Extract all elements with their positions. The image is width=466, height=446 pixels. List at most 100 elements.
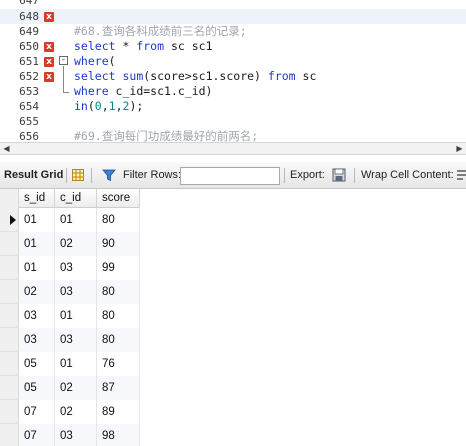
column-header-s-id[interactable]: s_id — [19, 189, 55, 208]
code-line-653[interactable]: 653 where c_id=sc1.c_id) — [0, 84, 466, 99]
cell-score[interactable]: 80 — [97, 208, 140, 232]
code-line-650[interactable]: 650 x select * from sc sc1 — [0, 39, 466, 54]
table-row[interactable]: 07 02 89 — [19, 400, 140, 424]
row-header-cell[interactable] — [0, 352, 19, 376]
cell-s-id[interactable]: 03 — [19, 304, 55, 328]
code-line-651[interactable]: 651 x - where( — [0, 54, 466, 69]
cell-c-id[interactable]: 03 — [55, 328, 97, 352]
row-header-cell[interactable] — [0, 424, 19, 446]
code-comment: #69.查询每门功成绩最好的前两名; — [74, 129, 259, 142]
cell-score[interactable]: 98 — [97, 424, 140, 446]
table-row[interactable]: 03 03 80 — [19, 328, 140, 352]
scroll-right-icon[interactable]: ▶ — [454, 144, 465, 154]
row-header-cell[interactable] — [0, 328, 19, 352]
code-text: select sum(score>sc1.score) from sc — [74, 69, 317, 83]
line-number: 648 — [19, 10, 39, 23]
column-header-c-id[interactable]: c_id — [55, 189, 97, 208]
export-icon[interactable] — [332, 168, 346, 182]
cell-c-id[interactable]: 03 — [55, 256, 97, 280]
column-header-score[interactable]: score — [97, 189, 140, 208]
table-row[interactable]: 01 02 90 — [19, 232, 140, 256]
code-line-648[interactable]: 648 x — [0, 9, 466, 24]
cell-s-id[interactable]: 02 — [19, 280, 55, 304]
toolbar-separator — [354, 168, 355, 183]
result-grid[interactable]: s_id c_id score 01 01 80 01 02 90 01 03 99 02 03 80… — [0, 189, 466, 446]
cell-c-id[interactable]: 02 — [55, 232, 97, 256]
cell-s-id[interactable]: 07 — [19, 424, 55, 446]
table-row[interactable]: 07 03 98 — [19, 424, 140, 446]
editor-horizontal-scrollbar[interactable]: ◀ ▶ — [0, 142, 466, 155]
cell-c-id[interactable]: 02 — [55, 376, 97, 400]
code-comment: #68.查询各科成绩前三名的记录; — [74, 24, 247, 38]
error-marker-icon[interactable]: x — [44, 12, 54, 22]
scroll-left-icon[interactable]: ◀ — [1, 144, 12, 154]
cell-score[interactable]: 87 — [97, 376, 140, 400]
result-grid-label[interactable]: Result Grid — [4, 162, 63, 189]
row-header-cell[interactable] — [0, 280, 19, 304]
cell-s-id[interactable]: 01 — [19, 256, 55, 280]
export-label: Export: — [290, 169, 325, 181]
cell-s-id[interactable]: 01 — [19, 208, 55, 232]
cell-s-id[interactable]: 07 — [19, 400, 55, 424]
row-header-cell[interactable] — [0, 304, 19, 328]
toolbar-separator — [66, 168, 67, 183]
cell-score[interactable]: 80 — [97, 328, 140, 352]
table-row[interactable]: 02 03 80 — [19, 280, 140, 304]
cell-c-id[interactable]: 01 — [55, 208, 97, 232]
cell-score[interactable]: 80 — [97, 304, 140, 328]
row-header-cell[interactable] — [0, 232, 19, 256]
line-number: 655 — [19, 115, 39, 128]
sql-editor[interactable]: 647 648 x 649 #68.查询各科成绩前三名的记录; 650 x se… — [0, 0, 466, 142]
cell-c-id[interactable]: 03 — [55, 424, 97, 446]
line-number: 651 — [19, 55, 39, 68]
cell-score[interactable]: 99 — [97, 256, 140, 280]
cell-c-id[interactable]: 02 — [55, 400, 97, 424]
row-header-cell[interactable] — [0, 256, 19, 280]
cell-c-id[interactable]: 03 — [55, 280, 97, 304]
row-header-cell[interactable] — [0, 208, 19, 232]
table-row[interactable]: 01 03 99 — [19, 256, 140, 280]
toolbar-separator — [284, 168, 285, 183]
cell-c-id[interactable]: 01 — [55, 304, 97, 328]
cell-s-id[interactable]: 05 — [19, 376, 55, 400]
code-line-654[interactable]: 654 in(0,1,2); — [0, 99, 466, 114]
code-text: select * from sc sc1 — [74, 39, 213, 53]
wrap-icon[interactable] — [456, 168, 466, 182]
row-header-cell[interactable] — [0, 400, 19, 424]
code-line-656[interactable]: 656 #69.查询每门功成绩最好的前两名; — [0, 129, 466, 142]
cell-score[interactable]: 80 — [97, 280, 140, 304]
cell-s-id[interactable]: 05 — [19, 352, 55, 376]
result-toolbar: Result Grid Filter Rows: Export: Wrap Ce… — [0, 162, 466, 189]
code-line-652[interactable]: 652 x select sum(score>sc1.score) from s… — [0, 69, 466, 84]
table-row[interactable]: 01 01 80 — [19, 208, 140, 232]
filter-icon — [102, 169, 116, 182]
error-marker-icon[interactable]: x — [44, 57, 54, 67]
line-number: 654 — [19, 100, 39, 113]
table-row[interactable]: 05 02 87 — [19, 376, 140, 400]
filter-rows-label: Filter Rows: — [123, 169, 182, 181]
table-row[interactable]: 03 01 80 — [19, 304, 140, 328]
line-number: 656 — [19, 130, 39, 142]
code-text: in(0,1,2); — [74, 99, 144, 113]
cell-score[interactable]: 76 — [97, 352, 140, 376]
cell-c-id[interactable]: 01 — [55, 352, 97, 376]
code-text: where c_id=sc1.c_id) — [74, 84, 213, 98]
row-header-cell[interactable] — [0, 376, 19, 400]
error-marker-icon[interactable]: x — [44, 72, 54, 82]
line-number: 652 — [19, 70, 39, 83]
cell-s-id[interactable]: 03 — [19, 328, 55, 352]
wrap-cell-content-label: Wrap Cell Content: — [361, 169, 454, 181]
table-row[interactable]: 05 01 76 — [19, 352, 140, 376]
cell-s-id[interactable]: 01 — [19, 232, 55, 256]
code-line-655[interactable]: 655 — [0, 114, 466, 129]
toolbar-separator — [91, 168, 92, 183]
fold-toggle-icon[interactable]: - — [59, 56, 68, 65]
error-marker-icon[interactable]: x — [44, 42, 54, 52]
code-line-649[interactable]: 649 #68.查询各科成绩前三名的记录; — [0, 24, 466, 39]
cell-score[interactable]: 89 — [97, 400, 140, 424]
grid-layout-icon[interactable] — [71, 168, 85, 182]
code-line-647[interactable]: 647 — [0, 0, 466, 8]
cell-score[interactable]: 90 — [97, 232, 140, 256]
line-number: 649 — [19, 25, 39, 38]
filter-rows-input[interactable] — [180, 167, 280, 185]
